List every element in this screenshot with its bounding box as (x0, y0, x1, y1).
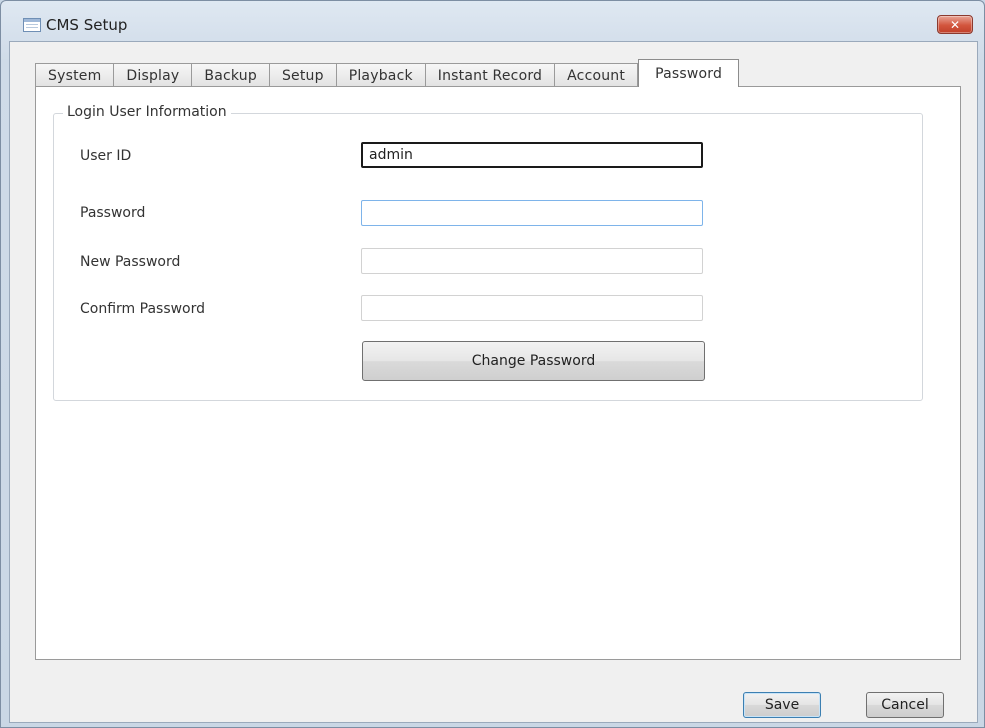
title-bar[interactable]: CMS Setup ✕ (1, 1, 984, 41)
cms-setup-window: CMS Setup ✕ System Display Backup Setup … (0, 0, 985, 728)
confirm-password-field[interactable] (361, 295, 703, 321)
tab-strip: System Display Backup Setup Playback Ins… (35, 59, 740, 87)
save-button[interactable]: Save (743, 692, 821, 718)
user-id-label: User ID (80, 148, 132, 164)
confirm-password-label: Confirm Password (80, 301, 206, 317)
tab-system[interactable]: System (35, 63, 115, 87)
close-button[interactable]: ✕ (937, 15, 973, 34)
tab-setup[interactable]: Setup (268, 63, 337, 87)
new-password-field[interactable] (361, 248, 703, 274)
new-password-label: New Password (80, 254, 181, 270)
login-user-information-group: Login User Information User ID Password … (53, 104, 923, 401)
password-field[interactable] (361, 200, 703, 226)
window-title: CMS Setup (46, 16, 128, 34)
change-password-button[interactable]: Change Password (362, 341, 705, 381)
password-tab-panel: Login User Information User ID Password … (35, 86, 961, 660)
tab-password[interactable]: Password (638, 59, 740, 87)
password-label: Password (80, 205, 146, 221)
tab-display[interactable]: Display (113, 63, 193, 87)
user-id-field[interactable] (361, 142, 703, 168)
dialog-body: System Display Backup Setup Playback Ins… (9, 41, 978, 723)
cancel-button[interactable]: Cancel (866, 692, 944, 718)
group-title: Login User Information (63, 104, 231, 120)
tab-playback[interactable]: Playback (335, 63, 426, 87)
tab-instant-record[interactable]: Instant Record (424, 63, 556, 87)
tab-backup[interactable]: Backup (191, 63, 270, 87)
app-window-icon (23, 18, 41, 32)
tab-account[interactable]: Account (554, 63, 639, 87)
